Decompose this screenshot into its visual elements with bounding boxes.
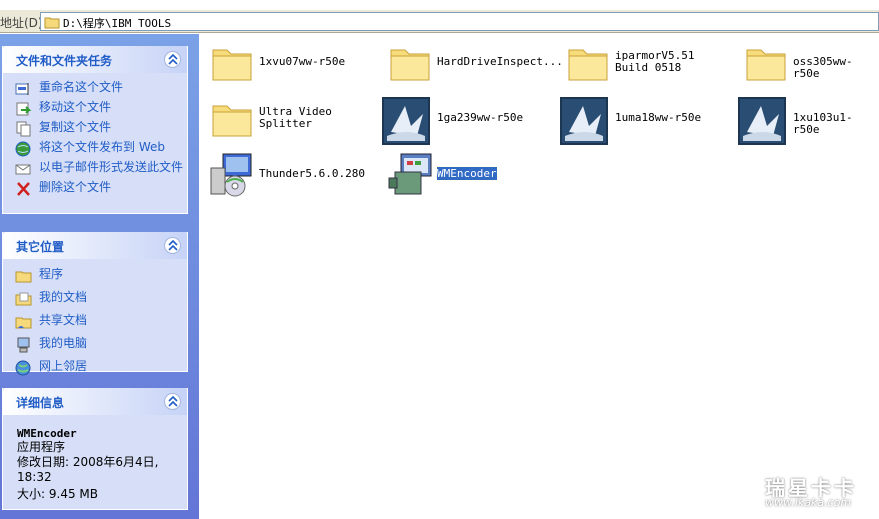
address-bar: 地址(D) D:\程序\IBM TOOLS — [0, 10, 879, 33]
file-item[interactable]: oss305ww-r50e — [737, 38, 879, 90]
collapse-chevron-icon[interactable] — [164, 393, 181, 410]
watermark: 瑞星卡卡 www.ikaka.com — [745, 468, 879, 516]
folder-icon — [15, 271, 32, 283]
details-file-type: 应用程序 — [17, 440, 66, 454]
publish-web-task[interactable]: 将这个文件发布到 Web — [15, 141, 187, 157]
file-item[interactable]: WMEncoder — [381, 150, 559, 202]
installer-app-icon — [382, 97, 430, 145]
place-my-computer[interactable]: 我的电脑 — [15, 337, 187, 353]
email-file-task[interactable]: 以电子邮件形式发送此文件 — [15, 161, 187, 177]
place-network[interactable]: 网上邻居 — [15, 360, 187, 376]
file-item[interactable]: Ultra Video Splitter — [203, 94, 381, 146]
folder-icon — [568, 49, 608, 81]
my-computer-icon — [17, 337, 30, 353]
folder-icon — [746, 49, 786, 81]
address-path: D:\程序\IBM TOOLS — [63, 17, 172, 30]
file-item[interactable]: 1uma18ww-r50e — [559, 94, 737, 146]
setup-package-icon — [210, 153, 252, 197]
file-item[interactable]: 1ga239ww-r50e — [381, 94, 559, 146]
details-file-name: WMEncoder — [17, 427, 77, 440]
file-tasks-header[interactable]: 文件和文件夹任务 — [3, 46, 187, 73]
folder-icon — [44, 17, 60, 29]
web-publish-icon — [15, 141, 31, 157]
installer-app-icon — [738, 97, 786, 145]
panel-title: 详细信息 — [16, 396, 65, 410]
address-input[interactable]: D:\程序\IBM TOOLS — [40, 12, 879, 31]
encoder-app-icon — [388, 153, 432, 195]
details-modified: 修改日期: 2008年6月4日, 18:32 — [17, 455, 159, 484]
rename-icon — [15, 83, 29, 95]
file-tasks-panel: 文件和文件夹任务 重命名这个文件 移动这个文件 复制这个文件 将这个文件发布到 … — [2, 46, 188, 214]
other-places-header[interactable]: 其它位置 — [3, 232, 187, 259]
place-shared-documents[interactable]: 共享文档 — [15, 314, 187, 330]
place-my-documents[interactable]: 我的文档 — [15, 291, 187, 307]
watermark-url: www.ikaka.com — [765, 496, 852, 509]
file-item[interactable]: 1xvu07ww-r50e — [203, 38, 381, 90]
folder-icon — [390, 49, 430, 81]
collapse-chevron-icon[interactable] — [164, 51, 181, 68]
folder-icon — [212, 49, 252, 81]
move-file-task[interactable]: 移动这个文件 — [15, 101, 187, 117]
task-pane: 文件和文件夹任务 重命名这个文件 移动这个文件 复制这个文件 将这个文件发布到 … — [0, 34, 199, 519]
copy-icon — [16, 121, 31, 137]
collapse-chevron-icon[interactable] — [164, 237, 181, 254]
panel-title: 文件和文件夹任务 — [16, 54, 113, 68]
my-documents-icon — [15, 292, 32, 306]
place-programs[interactable]: 程序 — [15, 268, 187, 284]
file-item[interactable]: HardDriveInspect... — [381, 38, 563, 90]
move-icon — [16, 102, 32, 116]
copy-file-task[interactable]: 复制这个文件 — [15, 121, 187, 137]
shared-documents-icon — [15, 317, 32, 329]
file-item[interactable]: iparmorV5.51 Build 0518 — [559, 38, 737, 90]
other-places-panel: 其它位置 程序 我的文档 共享文档 我的电脑 网上邻居 — [2, 232, 188, 376]
details-size: 大小: 9.45 MB — [17, 487, 98, 501]
panel-title: 其它位置 — [16, 240, 65, 254]
details-header[interactable]: 详细信息 — [3, 388, 187, 415]
email-icon — [15, 164, 31, 175]
installer-app-icon — [560, 97, 608, 145]
rename-file-task[interactable]: 重命名这个文件 — [15, 81, 187, 97]
selected-file-label: WMEncoder — [436, 166, 498, 181]
file-item[interactable]: 1xu103u1-r50e — [737, 94, 879, 146]
network-icon — [15, 360, 31, 376]
delete-file-task[interactable]: 删除这个文件 — [15, 181, 187, 197]
details-panel: 详细信息 WMEncoder 应用程序 修改日期: 2008年6月4日, 18:… — [2, 388, 188, 510]
file-item[interactable]: Thunder5.6.0.280 — [203, 150, 381, 202]
address-label: 地址(D) — [0, 16, 43, 30]
delete-icon — [17, 182, 30, 196]
folder-icon — [212, 105, 252, 137]
